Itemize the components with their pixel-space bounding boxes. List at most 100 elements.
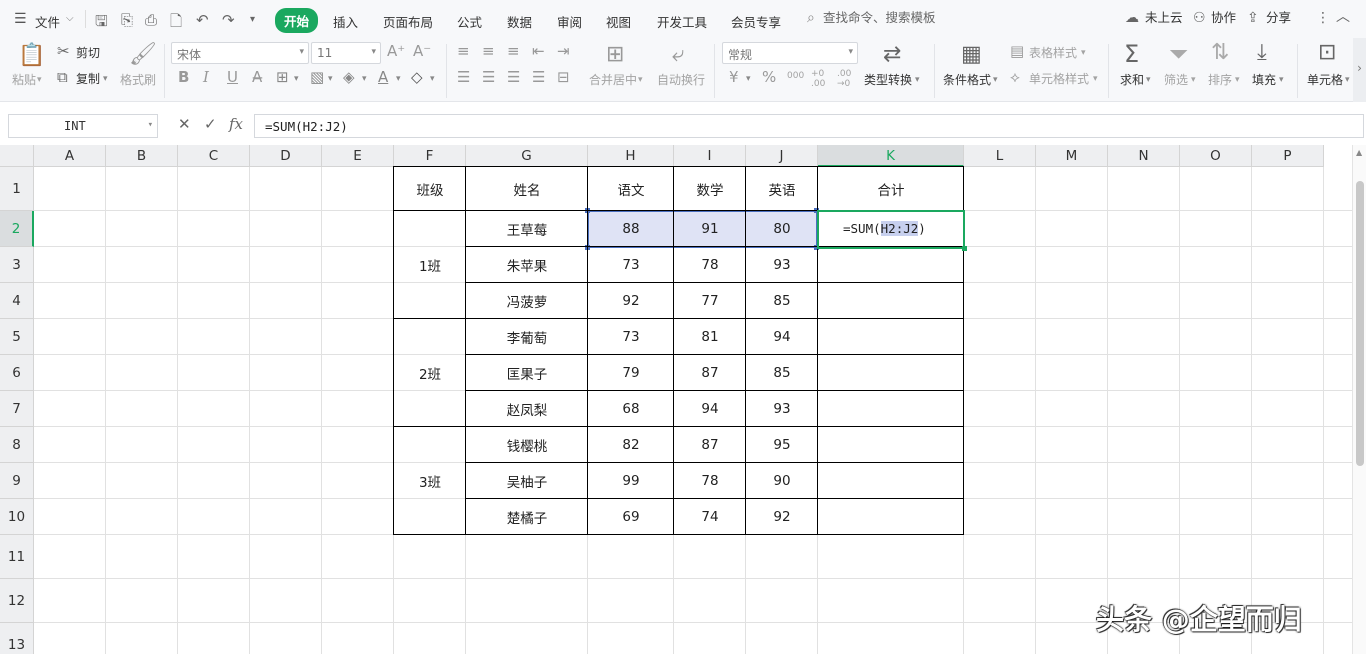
header-cell[interactable]: 英语 bbox=[746, 167, 818, 211]
column-header-i[interactable]: I bbox=[674, 145, 746, 167]
column-header-h[interactable]: H bbox=[588, 145, 674, 167]
type-convert-icon[interactable]: ⇄ bbox=[883, 44, 901, 66]
command-search[interactable]: 查找命令、搜索模板 bbox=[823, 11, 936, 25]
font-size-select[interactable]: 11 ▾ bbox=[311, 42, 381, 64]
tab-insert[interactable]: 插入 bbox=[333, 12, 358, 31]
align-right-icon[interactable]: ☰ bbox=[507, 70, 520, 85]
header-cell[interactable]: 班级 bbox=[394, 167, 466, 211]
column-header-a[interactable]: A bbox=[34, 145, 106, 167]
score-cell[interactable]: 73 bbox=[588, 247, 674, 283]
currency-icon[interactable]: ¥ bbox=[729, 70, 739, 85]
percent-icon[interactable]: % bbox=[762, 70, 776, 85]
chevron-down-icon[interactable]: ▾ bbox=[328, 75, 333, 84]
chevron-down-icon[interactable]: ⌵ bbox=[66, 14, 74, 24]
select-all-corner[interactable] bbox=[0, 145, 34, 167]
name-cell[interactable]: 匡果子 bbox=[466, 355, 588, 391]
number-format-select[interactable]: 常规 ▾ bbox=[722, 42, 858, 64]
editing-cell-text[interactable]: =SUM(H2:J2) bbox=[843, 221, 926, 236]
more-options-icon[interactable]: ⋮ bbox=[1316, 11, 1330, 25]
redo-icon[interactable]: ↷ bbox=[222, 11, 235, 29]
format-painter-icon[interactable]: 🖌 bbox=[129, 44, 157, 66]
cancel-icon[interactable]: ✕ bbox=[178, 117, 191, 132]
tab-view[interactable]: 视图 bbox=[606, 12, 631, 31]
sort-icon[interactable]: ⇅ bbox=[1211, 42, 1229, 64]
cloud-status[interactable]: 未上云 bbox=[1145, 11, 1183, 25]
chevron-down-icon[interactable]: ▾ bbox=[993, 76, 998, 85]
italic-icon[interactable]: I bbox=[203, 70, 209, 85]
score-cell[interactable]: 79 bbox=[588, 355, 674, 391]
name-cell[interactable]: 冯菠萝 bbox=[466, 283, 588, 319]
copy-button[interactable]: 复制 bbox=[76, 73, 100, 85]
score-cell[interactable]: 82 bbox=[588, 427, 674, 463]
type-convert-button[interactable]: 类型转换 bbox=[864, 74, 912, 86]
search-icon[interactable]: ⌕ bbox=[807, 11, 815, 25]
row-header-1[interactable]: 1 bbox=[0, 167, 34, 211]
sum-icon[interactable]: Σ bbox=[1124, 42, 1139, 66]
name-cell[interactable]: 王草莓 bbox=[466, 211, 588, 247]
format-painter-button[interactable]: 格式刷 bbox=[120, 74, 156, 86]
more-quick-icon[interactable]: ▾ bbox=[250, 14, 255, 25]
cut-button[interactable]: 剪切 bbox=[76, 47, 100, 59]
fill-icon[interactable]: ⤓ bbox=[1257, 42, 1267, 64]
align-center-icon[interactable]: ☰ bbox=[482, 70, 495, 85]
row-header-9[interactable]: 9 bbox=[0, 463, 34, 499]
score-cell[interactable]: 73 bbox=[588, 319, 674, 355]
chevron-down-icon[interactable]: ▾ bbox=[915, 76, 920, 85]
collapse-ribbon-icon[interactable]: ︿ bbox=[1336, 10, 1350, 24]
confirm-icon[interactable]: ✓ bbox=[204, 117, 217, 132]
row-header-3[interactable]: 3 bbox=[0, 247, 34, 283]
collaborate-button[interactable]: 协作 bbox=[1211, 11, 1236, 25]
export-pdf-icon[interactable]: ⎘ bbox=[121, 11, 133, 29]
score-cell[interactable]: 94 bbox=[674, 391, 746, 427]
thousands-icon[interactable]: 000 bbox=[787, 72, 804, 81]
increase-font-icon[interactable]: A⁺ bbox=[387, 44, 405, 59]
name-cell[interactable]: 楚橘子 bbox=[466, 499, 588, 535]
row-header-12[interactable]: 12 bbox=[0, 579, 34, 623]
cell-icon[interactable]: ⊡ bbox=[1318, 42, 1336, 64]
fill-pattern-icon[interactable]: ▧ bbox=[310, 70, 324, 85]
header-cell[interactable]: 合计 bbox=[818, 167, 964, 211]
chevron-down-icon[interactable]: ▾ bbox=[396, 75, 401, 84]
score-cell[interactable]: 80 bbox=[746, 211, 818, 247]
row-header-7[interactable]: 7 bbox=[0, 391, 34, 427]
fill-button[interactable]: 填充 bbox=[1252, 74, 1276, 86]
column-header-j[interactable]: J bbox=[746, 145, 818, 167]
score-cell[interactable]: 93 bbox=[746, 391, 818, 427]
column-header-c[interactable]: C bbox=[178, 145, 250, 167]
font-name-select[interactable]: 宋体 ▾ bbox=[171, 42, 309, 64]
filter-icon[interactable]: ⏷ bbox=[1169, 42, 1188, 66]
name-cell[interactable]: 李葡萄 bbox=[466, 319, 588, 355]
cell-style-icon[interactable]: ⟡ bbox=[1010, 70, 1020, 85]
paste-button[interactable]: 粘贴 bbox=[12, 74, 36, 86]
chevron-down-icon[interactable]: ▾ bbox=[430, 75, 435, 84]
chevron-down-icon[interactable]: ▾ bbox=[1191, 76, 1196, 85]
function-icon[interactable]: fx bbox=[229, 117, 243, 132]
column-header-f[interactable]: F bbox=[394, 145, 466, 167]
chevron-down-icon[interactable]: ▾ bbox=[1279, 76, 1284, 85]
name-cell[interactable]: 赵凤梨 bbox=[466, 391, 588, 427]
formula-input[interactable]: =SUM(H2:J2) bbox=[254, 114, 1364, 138]
score-cell[interactable]: 94 bbox=[746, 319, 818, 355]
decrease-decimal-icon[interactable]: .00 →0 bbox=[837, 69, 851, 90]
score-cell[interactable]: 69 bbox=[588, 499, 674, 535]
share-button[interactable]: 分享 bbox=[1266, 11, 1291, 25]
column-header-m[interactable]: M bbox=[1036, 145, 1108, 167]
indent-increase-icon[interactable]: ⇥ bbox=[557, 44, 570, 59]
conditional-format-icon[interactable]: ▦ bbox=[961, 44, 982, 66]
tab-formulas[interactable]: 公式 bbox=[457, 12, 482, 31]
wrap-text-icon[interactable]: ⤶ bbox=[672, 44, 684, 66]
save-icon[interactable]: 🖫 bbox=[95, 11, 108, 36]
score-cell[interactable]: 68 bbox=[588, 391, 674, 427]
chevron-down-icon[interactable]: ▾ bbox=[37, 76, 42, 85]
ribbon-scroll-right-icon[interactable]: › bbox=[1353, 38, 1366, 102]
chevron-down-icon[interactable]: ▾ bbox=[294, 75, 299, 84]
row-header-8[interactable]: 8 bbox=[0, 427, 34, 463]
fill-handle[interactable] bbox=[962, 246, 967, 251]
row-header-5[interactable]: 5 bbox=[0, 319, 34, 355]
vertical-scrollbar[interactable]: ▲ bbox=[1352, 145, 1366, 654]
score-cell[interactable]: 99 bbox=[588, 463, 674, 499]
collaborate-icon[interactable]: ⚇ bbox=[1193, 11, 1206, 25]
score-cell[interactable]: 85 bbox=[746, 355, 818, 391]
column-header-e[interactable]: E bbox=[322, 145, 394, 167]
scroll-up-icon[interactable]: ▲ bbox=[1356, 149, 1362, 157]
